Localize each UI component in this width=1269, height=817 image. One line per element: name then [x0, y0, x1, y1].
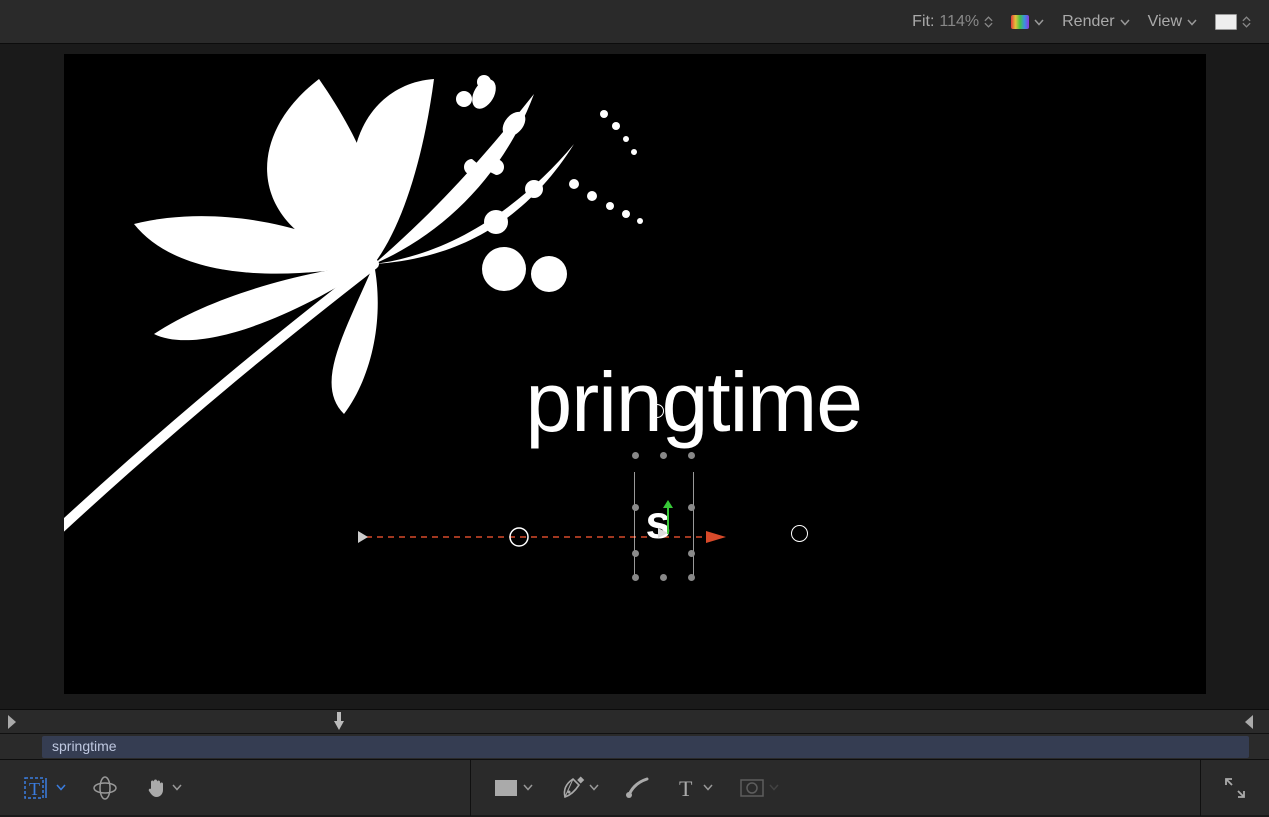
view-menu[interactable]: View — [1148, 13, 1197, 31]
in-point-marker[interactable] — [6, 713, 18, 731]
bottom-toolbar: T — [0, 759, 1269, 815]
timeline-clip[interactable]: springtime — [42, 736, 1249, 758]
anchor-icon — [656, 526, 670, 540]
render-label: Render — [1062, 13, 1114, 31]
channel-display-menu[interactable] — [1215, 14, 1251, 30]
stepper-icon — [1242, 16, 1251, 28]
glyph-transform-box[interactable]: s — [628, 452, 700, 584]
flower-graphic — [64, 54, 684, 534]
rectangle-mask-tool[interactable] — [493, 778, 533, 798]
clip-strip: springtime — [0, 733, 1269, 759]
chevron-down-icon — [589, 784, 599, 791]
chevron-down-icon — [1120, 13, 1130, 31]
chevron-down-icon — [1034, 13, 1044, 31]
canvas-area: pringtime s — [0, 44, 1269, 709]
transform-glyph-tool[interactable]: T — [22, 775, 66, 801]
fit-label: Fit: — [912, 13, 934, 31]
pen-tool[interactable] — [559, 775, 599, 801]
canvas-text-remainder[interactable]: pringtime — [526, 354, 862, 451]
chevron-down-icon — [1187, 13, 1197, 31]
canvas[interactable]: pringtime s — [64, 54, 1206, 694]
pan-tool[interactable] — [144, 776, 182, 800]
clip-label: springtime — [52, 738, 117, 754]
fit-value: 114% — [939, 13, 979, 31]
fit-zoom-control[interactable]: Fit: 114% — [912, 13, 993, 31]
shape-mask-tool[interactable] — [739, 778, 779, 798]
chevron-down-icon — [172, 784, 182, 791]
chevron-down-icon — [56, 784, 66, 791]
text-tool[interactable]: T — [677, 776, 713, 800]
render-menu[interactable]: Render — [1062, 13, 1129, 31]
expand-viewer-button[interactable] — [1223, 776, 1247, 800]
svg-text:T: T — [29, 779, 40, 799]
mini-timeline[interactable] — [0, 709, 1269, 733]
chevron-down-icon — [769, 784, 779, 791]
stepper-icon — [984, 16, 993, 28]
color-channels-menu[interactable] — [1011, 13, 1044, 31]
channel-box-icon — [1215, 14, 1237, 30]
behavior-marker[interactable] — [650, 404, 664, 418]
svg-text:T: T — [679, 776, 693, 800]
view-label: View — [1148, 13, 1182, 31]
orbit-3d-tool[interactable] — [92, 775, 118, 801]
playhead-marker[interactable] — [332, 712, 346, 732]
chevron-down-icon — [523, 784, 533, 791]
paint-stroke-tool[interactable] — [625, 775, 651, 801]
chevron-down-icon — [703, 784, 713, 791]
out-point-marker[interactable] — [1243, 713, 1255, 731]
rainbow-icon — [1011, 15, 1029, 29]
behavior-marker[interactable] — [791, 525, 808, 542]
